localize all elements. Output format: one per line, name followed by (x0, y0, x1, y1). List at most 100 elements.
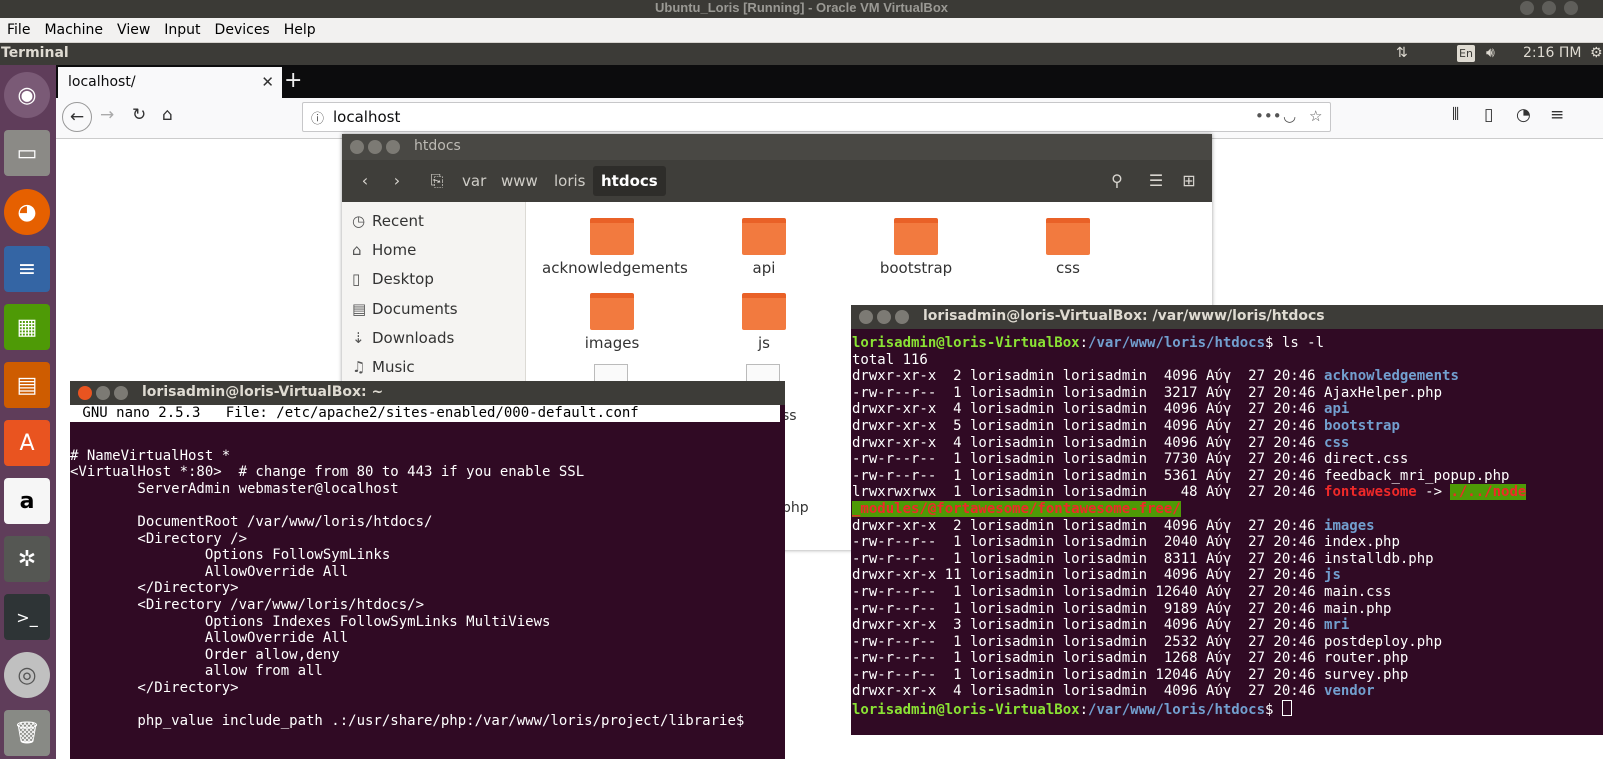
breadcrumb-www[interactable]: www (493, 166, 546, 196)
folder-api[interactable]: api (694, 218, 834, 277)
folder-js[interactable]: js (694, 293, 834, 352)
active-app-name: Terminal (1, 45, 69, 61)
menu-icon[interactable]: ≡ (1550, 105, 1564, 125)
folder-images[interactable]: images (542, 293, 682, 352)
page-actions-icon[interactable]: ••• (1255, 107, 1282, 125)
minimize-icon[interactable] (1520, 1, 1534, 15)
maximize-icon[interactable] (386, 140, 400, 154)
dvd-icon[interactable]: ◎ (4, 652, 50, 698)
virtualbox-window-title: Ubuntu_Loris [Running] - Oracle VM Virtu… (655, 0, 948, 15)
library-icon[interactable]: ⫴ (1452, 105, 1459, 125)
amazon-icon[interactable]: a (4, 478, 50, 524)
ls-entry-row: lrwxrwxrwx 1 lorisadmin lorisadmin 48 Αύ… (852, 484, 1527, 501)
trash-icon[interactable]: 🗑︎ (4, 710, 50, 756)
firefox-tab[interactable]: localhost/ ✕ (58, 67, 282, 98)
sidebar-item-home[interactable]: ⌂ Home (352, 241, 416, 259)
list-view-icon[interactable]: ☰ (1143, 168, 1169, 194)
calc-icon[interactable]: ▦ (4, 304, 50, 350)
clock[interactable]: 2:16 ΠΜ (1523, 45, 1582, 61)
forward-icon[interactable]: → (100, 105, 114, 125)
folder-icon (1046, 218, 1090, 255)
ls-entry-meta: drwxr-xr-x 4 lorisadmin lorisadmin 4096 … (852, 401, 1325, 418)
system-settings-icon[interactable]: ✲ (4, 536, 50, 582)
files-icon[interactable]: ▭ (4, 130, 50, 176)
maximize-icon[interactable] (114, 386, 128, 400)
breadcrumb-var[interactable]: var (454, 166, 494, 196)
sidebar-item-documents[interactable]: ▤ Documents (352, 300, 458, 318)
maximize-icon[interactable] (1542, 1, 1556, 15)
ls-entry-row: -rw-r--r-- 1 lorisadmin lorisadmin 9189 … (852, 601, 1526, 618)
folder-icon (590, 293, 634, 330)
folder-acknowledgements[interactable]: acknowledgements (542, 218, 688, 277)
music-icon: ♫ (352, 358, 366, 376)
menu-machine[interactable]: Machine (37, 18, 110, 42)
search-icon[interactable]: ⚲ (1104, 168, 1130, 194)
bookmark-star-icon[interactable]: ☆ (1309, 107, 1322, 125)
nano-line: allow from all (70, 663, 323, 680)
ls-entry-row: -rw-r--r-- 1 lorisadmin lorisadmin 7730 … (852, 451, 1526, 468)
folder-bootstrap[interactable]: bootstrap (846, 218, 986, 277)
sidebar-item-downloads[interactable]: ⇣ Downloads (352, 329, 454, 347)
root-location-icon[interactable]: ⎘ (424, 168, 450, 194)
new-tab-icon[interactable]: + (284, 68, 302, 93)
home-icon[interactable]: ⌂ (162, 105, 173, 125)
back-icon[interactable]: ← (62, 102, 92, 132)
virtualbox-title-bar: Ubuntu_Loris [Running] - Oracle VM Virtu… (0, 0, 1603, 18)
ls-entry-name: AjaxHelper.php (1324, 384, 1443, 401)
ls-entry-meta: drwxr-xr-x 3 lorisadmin lorisadmin 4096 … (852, 617, 1325, 634)
back-icon[interactable]: ‹ (352, 168, 378, 194)
firefox-icon[interactable]: ◕ (4, 189, 50, 235)
nano-editor-buffer[interactable]: # NameVirtualHost * <VirtualHost *:80> # … (70, 431, 744, 730)
folder-icon (894, 218, 938, 255)
ubuntu-dash-icon[interactable]: ◉ (4, 72, 50, 118)
menu-input[interactable]: Input (157, 18, 207, 42)
close-icon[interactable] (859, 310, 873, 324)
menu-help[interactable]: Help (277, 18, 323, 42)
sidebar-item-recent[interactable]: ◷ Recent (352, 212, 424, 230)
breadcrumb-htdocs[interactable]: htdocs (593, 166, 666, 196)
pocket-icon[interactable]: ◡ (1283, 107, 1296, 125)
minimize-icon[interactable] (877, 310, 891, 324)
writer-icon[interactable]: ≡ (4, 246, 50, 292)
minimize-icon[interactable] (368, 140, 382, 154)
breadcrumb-loris[interactable]: loris (546, 166, 594, 196)
folder-css[interactable]: css (998, 218, 1138, 277)
close-icon[interactable] (350, 140, 364, 154)
grid-view-icon[interactable]: ⊞ (1176, 168, 1202, 194)
sidebar-icon[interactable]: ▯ (1484, 105, 1493, 125)
ls-entry-name: images (1324, 517, 1375, 534)
menu-view[interactable]: View (110, 18, 157, 42)
close-icon[interactable] (1564, 1, 1578, 15)
gear-icon[interactable]: ⚙ (1590, 45, 1603, 61)
nano-line: AllowOverride All (70, 630, 349, 647)
impress-icon[interactable]: ▤ (4, 362, 50, 408)
terminal-icon[interactable]: >_ (4, 594, 50, 640)
sidebar-item-music[interactable]: ♫ Music (352, 358, 415, 376)
ls-entry-row: drwxr-xr-x 4 lorisadmin lorisadmin 4096 … (852, 683, 1526, 700)
account-icon[interactable]: ◔ (1516, 105, 1531, 125)
unity-launcher: ◉ ▭ ◕ ≡ ▦ ▤ A a ✲ >_ ◎ 🗑︎ (0, 65, 56, 759)
address-bar[interactable]: ⓘ localhost ••• ◡ ☆ (302, 102, 1331, 132)
ls-entry-row: drwxr-xr-x 2 lorisadmin lorisadmin 4096 … (852, 518, 1526, 535)
keyboard-layout-indicator[interactable]: En (1457, 45, 1475, 62)
info-icon[interactable]: ⓘ (311, 108, 324, 127)
menu-devices[interactable]: Devices (208, 18, 277, 42)
forward-icon[interactable]: › (384, 168, 410, 194)
volume-icon[interactable]: 🔊︎ (1486, 45, 1495, 61)
firefox-navbar: ← → ↻ ⌂ ⓘ localhost ••• ◡ ☆ ⫴ ▯ ◔ ≡ (56, 98, 1603, 139)
maximize-icon[interactable] (895, 310, 909, 324)
ls-entry-name: js (1324, 567, 1341, 584)
network-icon[interactable]: ⇅ (1396, 45, 1408, 61)
minimize-icon[interactable] (96, 386, 110, 400)
tab-close-icon[interactable]: ✕ (261, 73, 274, 91)
reload-icon[interactable]: ↻ (132, 105, 146, 125)
menu-file[interactable]: File (0, 18, 37, 42)
sidebar-item-desktop[interactable]: ▯ Desktop (352, 270, 434, 288)
software-center-icon[interactable]: A (4, 420, 50, 466)
ls-entry-row: -rw-r--r-- 1 lorisadmin lorisadmin 3217 … (852, 385, 1526, 402)
ls-entry-meta: -rw-r--r-- 1 lorisadmin lorisadmin 2040 … (852, 534, 1325, 551)
terminal-output[interactable]: lorisadmin@loris-VirtualBox:/var/www/lor… (852, 335, 1527, 718)
nano-line: Options FollowSymLinks (70, 547, 391, 564)
ls-entry-row: drwxr-xr-x 11 lorisadmin lorisadmin 4096… (852, 567, 1526, 584)
close-icon[interactable] (78, 386, 92, 400)
